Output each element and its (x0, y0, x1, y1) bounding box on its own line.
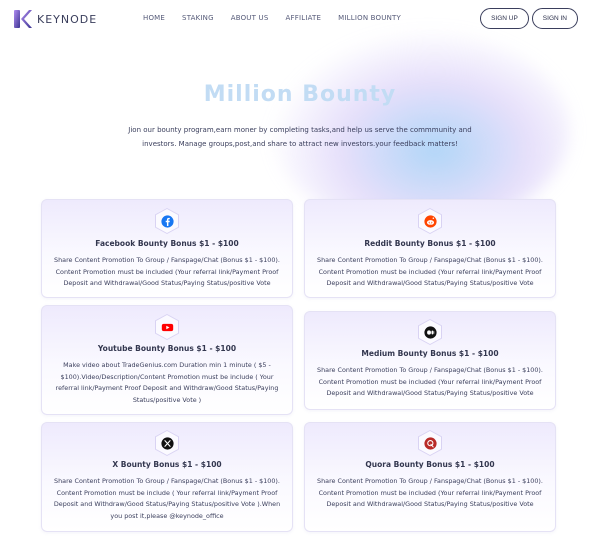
card-title: X Bounty Bonus $1 - $100 (112, 460, 222, 469)
card-description: Share Content Promotion To Group / Fansp… (317, 477, 543, 508)
nav-staking[interactable]: STAKING (182, 14, 214, 22)
card-title: Quora Bounty Bonus $1 - $100 (365, 460, 495, 469)
facebook-icon (160, 214, 174, 228)
reddit-icon (423, 214, 437, 228)
card-title: Reddit Bounty Bonus $1 - $100 (364, 239, 496, 248)
main-nav: HOME STAKING ABOUT US AFFILIATE MILLION … (143, 14, 418, 22)
bounty-card-medium[interactable]: Medium Bounty Bonus $1 - $100 Share Cont… (304, 311, 556, 410)
card-title: Medium Bounty Bonus $1 - $100 (361, 349, 499, 358)
bounty-card-x[interactable]: X Bounty Bonus $1 - $100 Share Content P… (41, 422, 293, 532)
hero-description: Jion our bounty program,earn moner by co… (128, 126, 472, 148)
card-title: Facebook Bounty Bonus $1 - $100 (95, 239, 239, 248)
card-description: Share Content Promotion To Group / Fansp… (53, 477, 281, 520)
brand-logo[interactable]: KEYNODE (13, 9, 97, 29)
card-icon-badge (418, 319, 442, 345)
top-navbar: KEYNODE HOME STAKING ABOUT US AFFILIATE … (0, 0, 600, 38)
card-icon-badge (155, 208, 179, 234)
card-description: Share Content Promotion To Group / Fansp… (317, 366, 543, 397)
auth-buttons: SIGN UP SIGN IN (477, 8, 578, 29)
medium-icon (423, 325, 437, 339)
sign-up-button[interactable]: SIGN UP (480, 8, 529, 29)
nav-million-bounty[interactable]: MILLION BOUNTY (338, 14, 401, 22)
brand-name: KEYNODE (37, 12, 98, 26)
bounty-card-facebook[interactable]: Facebook Bounty Bonus $1 - $100 Share Co… (41, 199, 293, 298)
card-icon-badge (418, 430, 442, 456)
card-title: Youtube Bounty Bonus $1 - $100 (97, 344, 237, 353)
card-description: Make video about TradeGenius.com Duratio… (55, 361, 279, 404)
youtube-icon (161, 323, 173, 331)
card-description: Share Content Promotion To Group / Fansp… (54, 256, 280, 287)
nav-about-us[interactable]: ABOUT US (231, 14, 269, 22)
quora-icon (423, 436, 437, 450)
card-icon-badge (418, 208, 442, 234)
card-description: Share Content Promotion To Group / Fansp… (317, 256, 543, 287)
card-icon-badge (155, 314, 179, 340)
bounty-card-reddit[interactable]: Reddit Bounty Bonus $1 - $100 Share Cont… (304, 199, 556, 298)
keynode-logo-icon (14, 10, 32, 28)
card-icon-badge (155, 430, 179, 456)
nav-affiliate[interactable]: AFFILIATE (286, 14, 322, 22)
bounty-card-quora[interactable]: Quora Bounty Bonus $1 - $100 Share Conte… (304, 422, 556, 532)
bounty-card-youtube[interactable]: Youtube Bounty Bonus $1 - $100 Make vide… (41, 305, 293, 415)
nav-home[interactable]: HOME (143, 14, 165, 22)
x-icon (160, 436, 174, 450)
sign-in-button[interactable]: SIGN IN (531, 8, 578, 29)
page-title: Million Bounty (203, 82, 397, 107)
